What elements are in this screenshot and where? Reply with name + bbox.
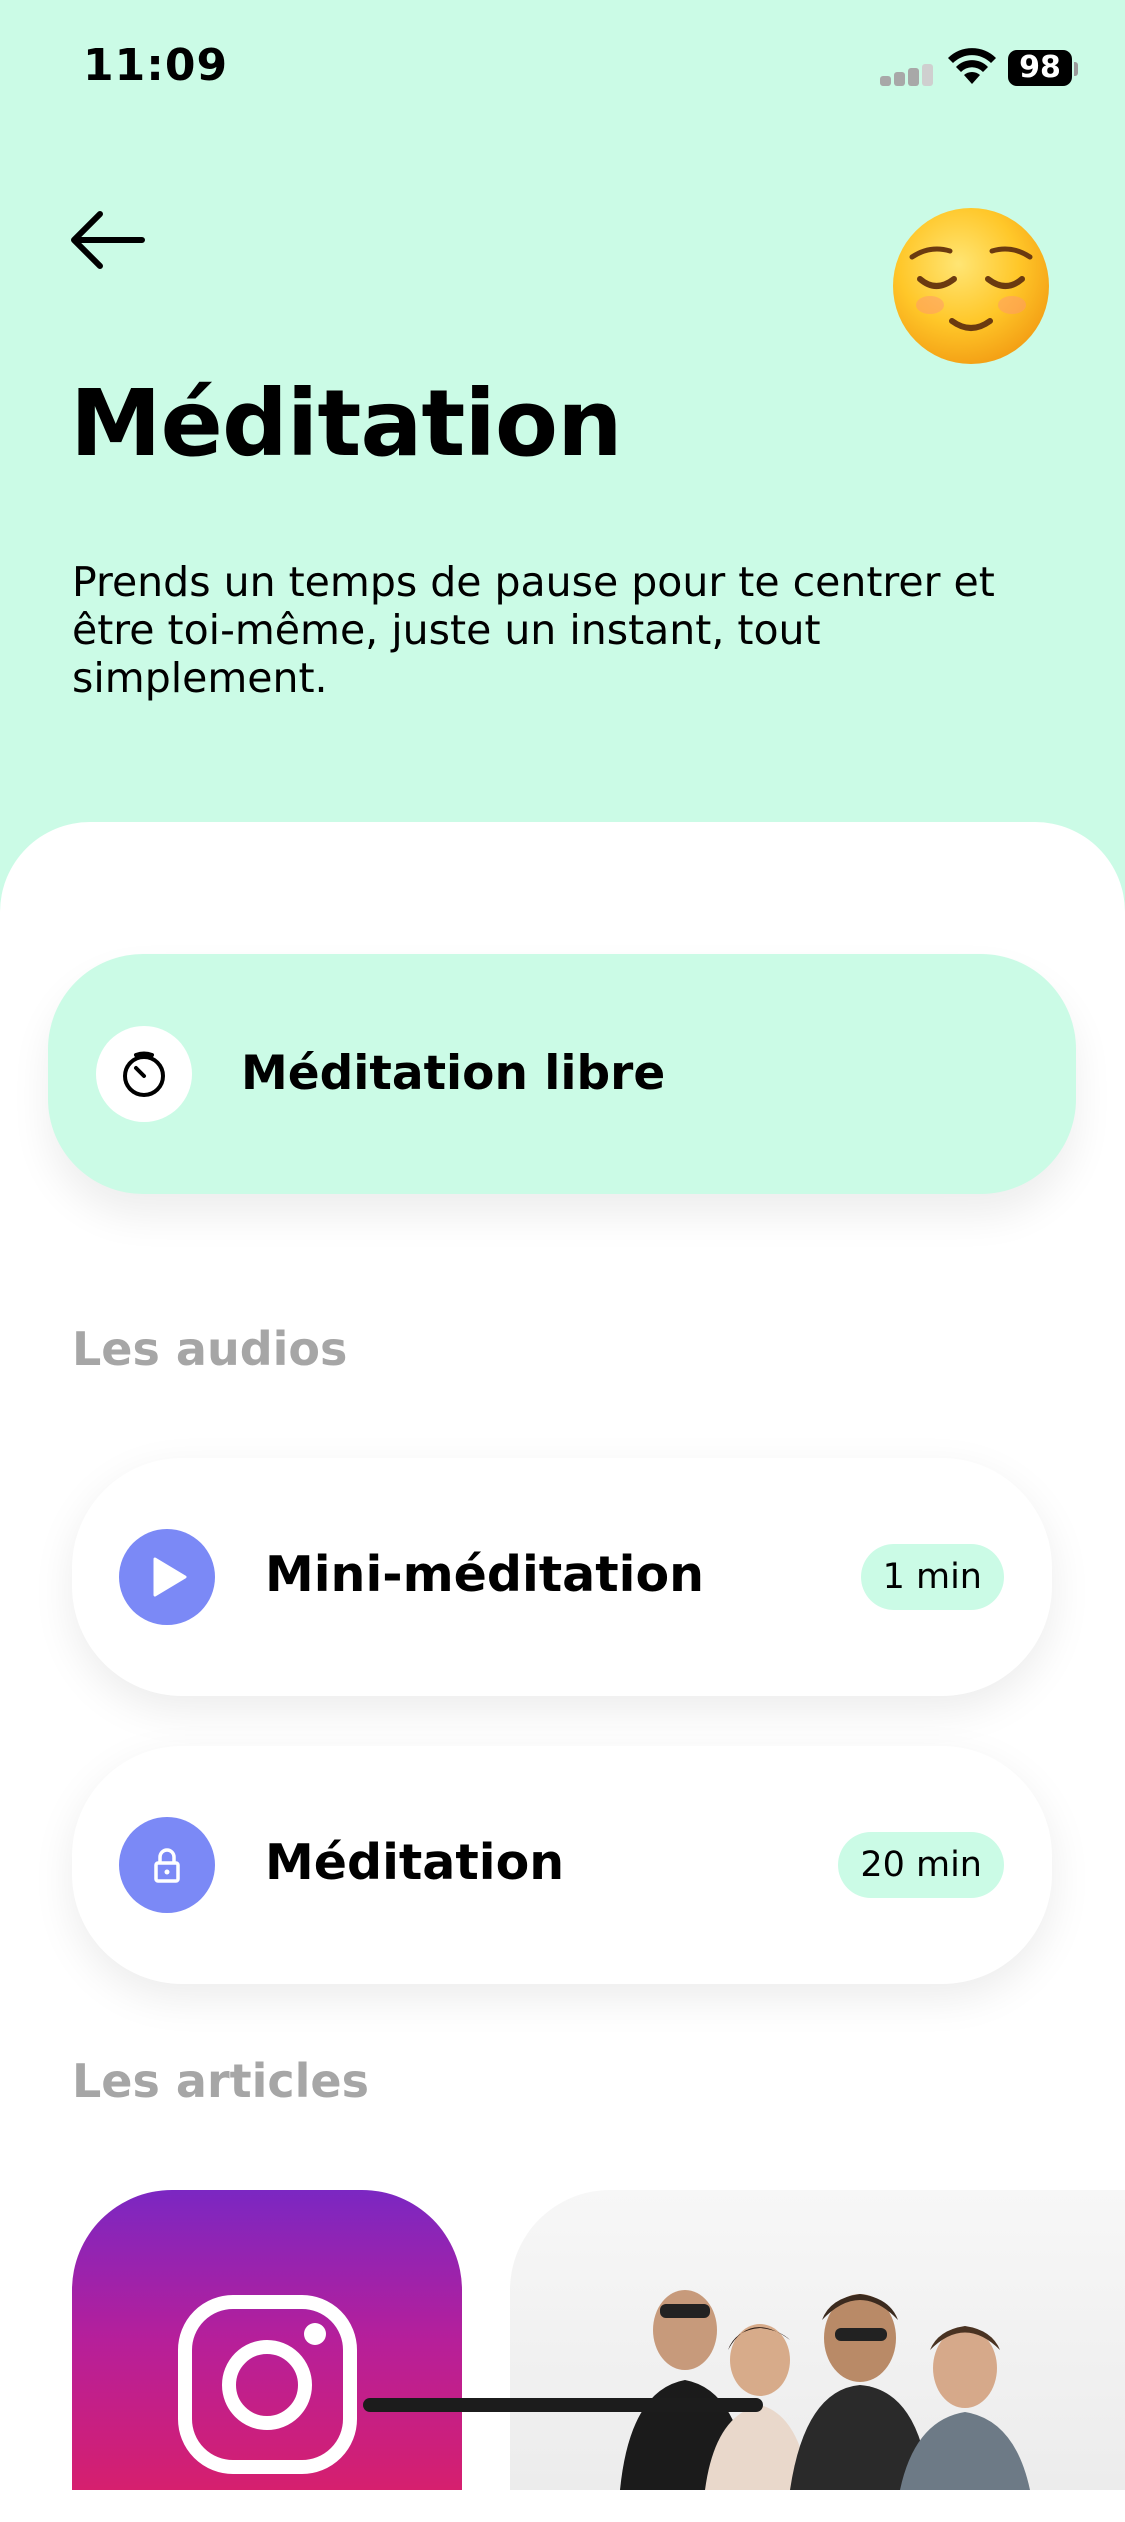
duration-badge: 20 min bbox=[838, 1832, 1004, 1898]
duration-badge: 1 min bbox=[860, 1544, 1004, 1610]
play-icon-container bbox=[119, 1529, 215, 1625]
audio-title: Méditation bbox=[265, 1834, 565, 1891]
battery-nub bbox=[1074, 62, 1078, 76]
page-title: Méditation bbox=[70, 370, 623, 477]
free-meditation-button[interactable]: Méditation libre bbox=[48, 954, 1076, 1194]
back-arrow-icon[interactable] bbox=[68, 208, 148, 272]
status-time: 11:09 bbox=[83, 40, 229, 91]
audio-title: Mini-méditation bbox=[265, 1546, 704, 1603]
lock-icon-container bbox=[119, 1817, 215, 1913]
instagram-logo-icon bbox=[178, 2295, 357, 2474]
lock-icon bbox=[154, 1848, 180, 1883]
articles-section-title: Les articles bbox=[72, 2054, 370, 2108]
wifi-icon bbox=[948, 48, 996, 84]
play-icon bbox=[153, 1557, 187, 1597]
timer-icon-container bbox=[96, 1026, 192, 1122]
article-card-friends-photo[interactable] bbox=[510, 2190, 1125, 2490]
home-indicator[interactable] bbox=[363, 2398, 763, 2412]
free-meditation-label: Méditation libre bbox=[241, 1046, 666, 1101]
audio-card-meditation[interactable]: Méditation 20 min bbox=[72, 1746, 1052, 1984]
timer-icon bbox=[123, 1051, 165, 1097]
article-card-instagram[interactable] bbox=[72, 2190, 462, 2490]
audio-card-mini-meditation[interactable]: Mini-méditation 1 min bbox=[72, 1458, 1052, 1696]
page-description: Prends un temps de pause pour te centrer… bbox=[72, 558, 995, 702]
audios-section-title: Les audios bbox=[72, 1322, 348, 1376]
cellular-signal-icon bbox=[880, 62, 935, 86]
friends-photo-image bbox=[620, 2290, 1030, 2490]
battery-indicator: 98 bbox=[1008, 50, 1072, 86]
relieved-face-icon bbox=[893, 208, 1049, 364]
